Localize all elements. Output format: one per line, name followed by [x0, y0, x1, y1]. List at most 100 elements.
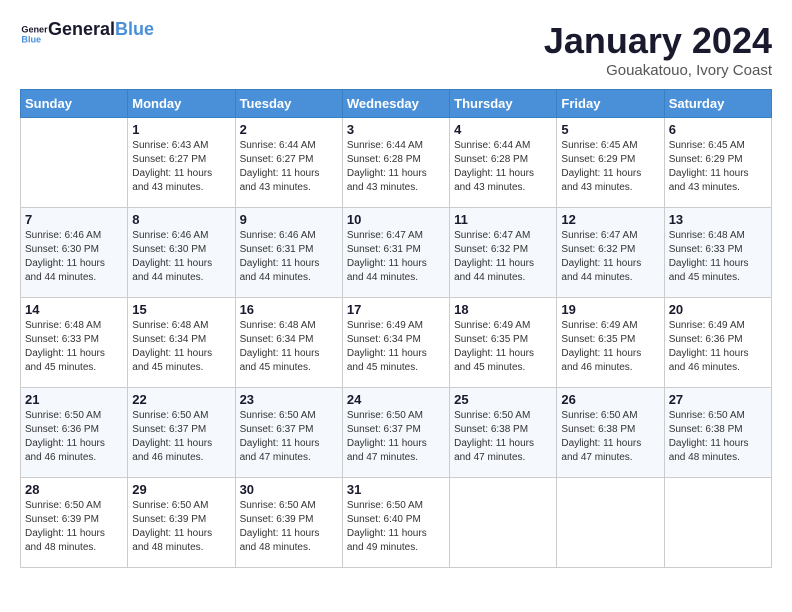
day-info: Sunrise: 6:50 AMSunset: 6:37 PMDaylight:… [240, 409, 338, 465]
title-area: January 2024 Gouakatouo, Ivory Coast [154, 20, 772, 79]
day-info: Sunrise: 6:50 AMSunset: 6:40 PMDaylight:… [347, 499, 445, 555]
day-info: Sunrise: 6:48 AMSunset: 6:33 PMDaylight:… [669, 229, 767, 285]
calendar-cell: 22 Sunrise: 6:50 AMSunset: 6:37 PMDayligh… [128, 388, 235, 478]
calendar-cell: 25 Sunrise: 6:50 AMSunset: 6:38 PMDayligh… [450, 388, 557, 478]
calendar-cell: 5 Sunrise: 6:45 AMSunset: 6:29 PMDaylight… [557, 118, 664, 208]
day-info: Sunrise: 6:50 AMSunset: 6:38 PMDaylight:… [454, 409, 552, 465]
calendar-week-row: 14 Sunrise: 6:48 AMSunset: 6:33 PMDayligh… [21, 298, 772, 388]
day-number: 15 [132, 302, 230, 317]
calendar-cell: 6Sunrise: 6:45 AMSunset: 6:29 PMDaylight… [664, 118, 771, 208]
calendar-cell: 10Sunrise: 6:47 AMSunset: 6:31 PMDayligh… [342, 208, 449, 298]
day-number: 22 [132, 392, 230, 407]
weekday-header-thursday: Thursday [450, 90, 557, 118]
weekday-header-sunday: Sunday [21, 90, 128, 118]
calendar-week-row: 28 Sunrise: 6:50 AMSunset: 6:39 PMDayligh… [21, 478, 772, 568]
day-number: 31 [347, 482, 445, 497]
day-number: 24 [347, 392, 445, 407]
day-info: Sunrise: 6:48 AMSunset: 6:33 PMDaylight:… [25, 319, 123, 375]
calendar-subtitle: Gouakatouo, Ivory Coast [154, 62, 772, 79]
day-number: 2 [240, 122, 338, 137]
day-number: 23 [240, 392, 338, 407]
day-number: 6 [669, 122, 767, 137]
logo-icon: General Blue [20, 20, 48, 48]
calendar-week-row: 7Sunrise: 6:46 AMSunset: 6:30 PMDaylight… [21, 208, 772, 298]
day-number: 25 [454, 392, 552, 407]
calendar-week-row: 21 Sunrise: 6:50 AMSunset: 6:36 PMDayligh… [21, 388, 772, 478]
calendar-cell: 15 Sunrise: 6:48 AMSunset: 6:34 PMDayligh… [128, 298, 235, 388]
logo-text-area: GeneralBlue [48, 20, 154, 38]
day-info: Sunrise: 6:50 AMSunset: 6:39 PMDaylight:… [25, 499, 123, 555]
day-number: 30 [240, 482, 338, 497]
calendar-cell: 14 Sunrise: 6:48 AMSunset: 6:33 PMDayligh… [21, 298, 128, 388]
calendar-cell: 31 Sunrise: 6:50 AMSunset: 6:40 PMDayligh… [342, 478, 449, 568]
day-info: Sunrise: 6:46 AMSunset: 6:31 PMDaylight:… [240, 229, 338, 285]
day-number: 20 [669, 302, 767, 317]
day-info: Sunrise: 6:50 AMSunset: 6:36 PMDaylight:… [25, 409, 123, 465]
calendar-cell: 18Sunrise: 6:49 AMSunset: 6:35 PMDayligh… [450, 298, 557, 388]
day-number: 29 [132, 482, 230, 497]
weekday-header-tuesday: Tuesday [235, 90, 342, 118]
calendar-cell: 29Sunrise: 6:50 AMSunset: 6:39 PMDayligh… [128, 478, 235, 568]
day-number: 7 [25, 212, 123, 227]
weekday-header-saturday: Saturday [664, 90, 771, 118]
day-info: Sunrise: 6:47 AMSunset: 6:32 PMDaylight:… [454, 229, 552, 285]
day-info: Sunrise: 6:49 AMSunset: 6:34 PMDaylight:… [347, 319, 445, 375]
day-number: 26 [561, 392, 659, 407]
day-number: 14 [25, 302, 123, 317]
calendar-table: SundayMondayTuesdayWednesdayThursdayFrid… [20, 89, 772, 568]
calendar-cell: 28 Sunrise: 6:50 AMSunset: 6:39 PMDayligh… [21, 478, 128, 568]
day-number: 10 [347, 212, 445, 227]
calendar-cell: 1 Sunrise: 6:43 AMSunset: 6:27 PMDaylight… [128, 118, 235, 208]
calendar-cell [450, 478, 557, 568]
day-info: Sunrise: 6:50 AMSunset: 6:38 PMDaylight:… [561, 409, 659, 465]
day-info: Sunrise: 6:45 AMSunset: 6:29 PMDaylight:… [561, 139, 659, 195]
calendar-cell [21, 118, 128, 208]
calendar-cell: 7Sunrise: 6:46 AMSunset: 6:30 PMDaylight… [21, 208, 128, 298]
calendar-cell: 20 Sunrise: 6:49 AMSunset: 6:36 PMDayligh… [664, 298, 771, 388]
day-number: 28 [25, 482, 123, 497]
page-header: General Blue GeneralBlue January 2024 Go… [20, 20, 772, 79]
day-info: Sunrise: 6:43 AMSunset: 6:27 PMDaylight:… [132, 139, 230, 195]
calendar-cell [664, 478, 771, 568]
calendar-cell: 3Sunrise: 6:44 AMSunset: 6:28 PMDaylight… [342, 118, 449, 208]
logo-blue: Blue [115, 19, 154, 39]
day-number: 19 [561, 302, 659, 317]
day-info: Sunrise: 6:47 AMSunset: 6:32 PMDaylight:… [561, 229, 659, 285]
day-info: Sunrise: 6:44 AMSunset: 6:28 PMDaylight:… [454, 139, 552, 195]
day-info: Sunrise: 6:49 AMSunset: 6:36 PMDaylight:… [669, 319, 767, 375]
day-info: Sunrise: 6:44 AMSunset: 6:27 PMDaylight:… [240, 139, 338, 195]
calendar-cell: 23 Sunrise: 6:50 AMSunset: 6:37 PMDayligh… [235, 388, 342, 478]
day-number: 9 [240, 212, 338, 227]
day-number: 5 [561, 122, 659, 137]
day-number: 17 [347, 302, 445, 317]
calendar-cell: 26 Sunrise: 6:50 AMSunset: 6:38 PMDayligh… [557, 388, 664, 478]
calendar-cell: 24Sunrise: 6:50 AMSunset: 6:37 PMDayligh… [342, 388, 449, 478]
calendar-cell: 4Sunrise: 6:44 AMSunset: 6:28 PMDaylight… [450, 118, 557, 208]
weekday-header-row: SundayMondayTuesdayWednesdayThursdayFrid… [21, 90, 772, 118]
calendar-week-row: 1 Sunrise: 6:43 AMSunset: 6:27 PMDaylight… [21, 118, 772, 208]
calendar-cell: 13 Sunrise: 6:48 AMSunset: 6:33 PMDayligh… [664, 208, 771, 298]
day-info: Sunrise: 6:48 AMSunset: 6:34 PMDaylight:… [132, 319, 230, 375]
day-number: 8 [132, 212, 230, 227]
day-number: 11 [454, 212, 552, 227]
day-number: 13 [669, 212, 767, 227]
calendar-cell: 16Sunrise: 6:48 AMSunset: 6:34 PMDayligh… [235, 298, 342, 388]
calendar-cell: 2 Sunrise: 6:44 AMSunset: 6:27 PMDaylight… [235, 118, 342, 208]
calendar-cell: 12 Sunrise: 6:47 AMSunset: 6:32 PMDayligh… [557, 208, 664, 298]
day-number: 1 [132, 122, 230, 137]
day-info: Sunrise: 6:44 AMSunset: 6:28 PMDaylight:… [347, 139, 445, 195]
day-number: 12 [561, 212, 659, 227]
day-number: 18 [454, 302, 552, 317]
calendar-title: January 2024 [154, 20, 772, 62]
calendar-cell: 21 Sunrise: 6:50 AMSunset: 6:36 PMDayligh… [21, 388, 128, 478]
calendar-cell [557, 478, 664, 568]
calendar-cell: 19Sunrise: 6:49 AMSunset: 6:35 PMDayligh… [557, 298, 664, 388]
calendar-cell: 9 Sunrise: 6:46 AMSunset: 6:31 PMDaylight… [235, 208, 342, 298]
day-info: Sunrise: 6:50 AMSunset: 6:37 PMDaylight:… [132, 409, 230, 465]
calendar-cell: 11 Sunrise: 6:47 AMSunset: 6:32 PMDayligh… [450, 208, 557, 298]
day-info: Sunrise: 6:50 AMSunset: 6:39 PMDaylight:… [240, 499, 338, 555]
day-number: 21 [25, 392, 123, 407]
logo-general: General [48, 19, 115, 39]
calendar-cell: 30 Sunrise: 6:50 AMSunset: 6:39 PMDayligh… [235, 478, 342, 568]
day-info: Sunrise: 6:48 AMSunset: 6:34 PMDaylight:… [240, 319, 338, 375]
